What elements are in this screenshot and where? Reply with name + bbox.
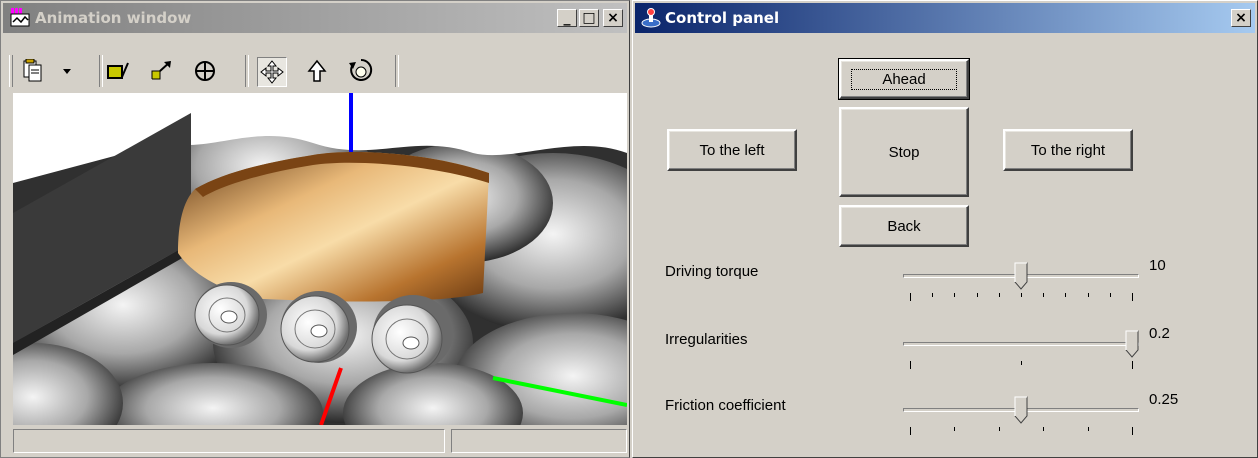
tick-mark xyxy=(976,293,978,297)
tick-mark xyxy=(998,293,1000,297)
close-icon: × xyxy=(607,10,619,26)
ahead-button-label: Ahead xyxy=(851,68,957,90)
toolbar-grip xyxy=(9,55,13,87)
tick-mark xyxy=(910,427,911,435)
copy-icon[interactable] xyxy=(19,57,47,85)
control-panel-titlebar[interactable]: Control panel × xyxy=(635,3,1255,33)
tick-mark xyxy=(954,427,956,431)
slider-value: 0.2 xyxy=(1149,325,1170,342)
joystick-icon xyxy=(641,8,661,28)
toolbar-separator xyxy=(395,55,399,87)
animation-window-title: Animation window xyxy=(35,9,192,27)
dropdown-arrow-icon[interactable] xyxy=(59,57,75,85)
slider-label: Friction coefficient xyxy=(665,397,786,414)
tick-mark xyxy=(1109,293,1111,297)
stop-button[interactable]: Stop xyxy=(839,107,969,197)
slider-value: 10 xyxy=(1149,257,1166,274)
zoom-icon[interactable] xyxy=(147,57,175,85)
ahead-button[interactable]: Ahead xyxy=(838,58,970,100)
control-panel-title: Control panel xyxy=(665,9,780,27)
status-pane-secondary xyxy=(451,429,627,453)
to-the-right-label: To the right xyxy=(1030,141,1106,159)
animation-window: Animation window _ □ × xyxy=(0,0,630,458)
to-the-left-button[interactable]: To the left xyxy=(667,129,797,171)
up-arrow-icon[interactable] xyxy=(303,57,331,85)
status-pane-main xyxy=(13,429,445,453)
tick-mark xyxy=(1087,293,1089,297)
toolbar-separator xyxy=(245,55,249,87)
slider-label: Irregularities xyxy=(665,331,748,348)
tick-mark xyxy=(1043,293,1045,297)
tick-mark xyxy=(1132,293,1133,301)
close-icon: × xyxy=(1235,10,1247,26)
back-button[interactable]: Back xyxy=(839,205,969,247)
camera-icon[interactable] xyxy=(103,57,131,85)
back-label: Back xyxy=(887,217,921,235)
tick-mark xyxy=(910,361,911,369)
stop-label: Stop xyxy=(888,143,920,161)
animation-titlebar[interactable]: Animation window _ □ × xyxy=(3,3,627,33)
slider-value: 0.25 xyxy=(1149,391,1179,408)
tick-mark xyxy=(1043,427,1045,431)
tick-mark xyxy=(1132,427,1133,435)
scene-render xyxy=(13,93,627,425)
to-the-left-label: To the left xyxy=(699,141,765,159)
tick-mark xyxy=(954,293,956,297)
maximize-button[interactable]: □ xyxy=(579,9,599,27)
tick-mark xyxy=(998,427,1000,431)
tick-mark xyxy=(932,293,934,297)
tick-mark xyxy=(1021,361,1022,365)
control-panel-window: Control panel × Ahead To the left Stop T… xyxy=(632,0,1258,458)
slider-ticks xyxy=(910,361,1133,369)
tick-mark xyxy=(910,293,911,301)
to-the-right-button[interactable]: To the right xyxy=(1003,129,1133,171)
tick-mark xyxy=(1021,293,1022,297)
slider-ticks xyxy=(910,293,1133,301)
slider-ticks xyxy=(910,427,1133,435)
close-button[interactable]: × xyxy=(603,9,623,27)
minimize-icon: _ xyxy=(563,10,571,26)
slider-thumb[interactable] xyxy=(1014,262,1028,290)
close-button[interactable]: × xyxy=(1231,9,1251,27)
slider-thumb[interactable] xyxy=(1125,330,1139,358)
maximize-icon: □ xyxy=(582,10,596,26)
slider-thumb[interactable] xyxy=(1014,396,1028,424)
tick-mark xyxy=(1132,361,1133,369)
rotate-icon[interactable] xyxy=(347,57,375,85)
move-icon[interactable] xyxy=(257,57,287,87)
target-icon[interactable] xyxy=(191,57,219,85)
minimize-button[interactable]: _ xyxy=(557,9,577,27)
3d-viewport[interactable] xyxy=(13,93,627,425)
tick-mark xyxy=(1065,293,1067,297)
app-icon xyxy=(9,8,31,28)
slider-track[interactable] xyxy=(903,342,1139,346)
tick-mark xyxy=(1087,427,1089,431)
slider-label: Driving torque xyxy=(665,263,759,280)
